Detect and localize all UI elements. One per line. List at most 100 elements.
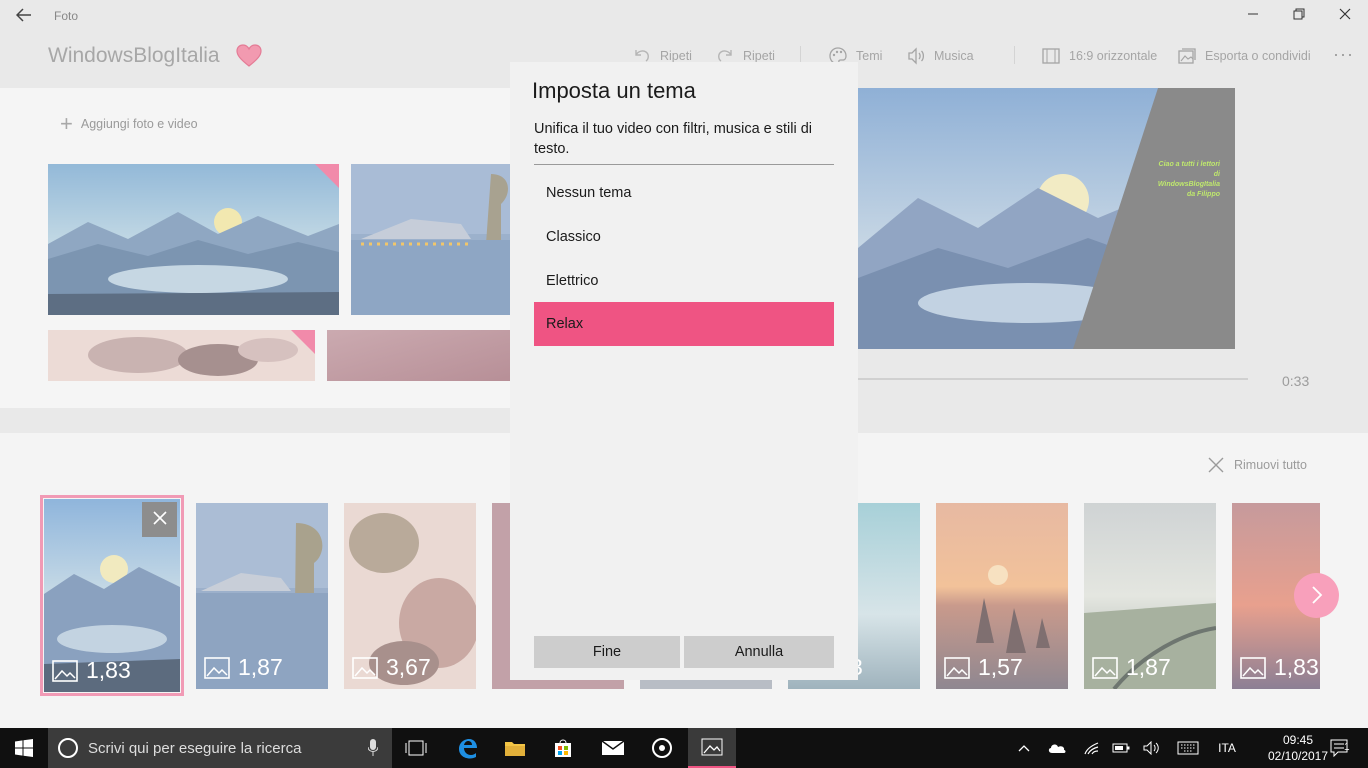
clip-duration-value: 1,83 [1274, 654, 1319, 680]
clip-duration-value: 1,83 [86, 657, 131, 683]
storyboard-clip[interactable]: 3,67 [344, 503, 476, 689]
more-options-button[interactable]: ··· [1333, 44, 1354, 65]
theme-option-elettrico[interactable]: Elettrico [534, 259, 834, 303]
edge-browser-button[interactable] [443, 728, 491, 768]
start-button[interactable] [0, 728, 48, 768]
cloud-icon [1048, 744, 1066, 753]
overlay-line: Ciao a tutti i lettori [1158, 161, 1220, 168]
image-icon [1092, 656, 1118, 679]
groove-music-button[interactable] [638, 728, 686, 768]
dog-ear-marker [291, 330, 315, 354]
undo-label: Ripeti [660, 49, 692, 63]
taskbar-search-box[interactable]: Scrivi qui per eseguire la ricerca [48, 728, 392, 768]
onedrive-button[interactable] [1044, 728, 1070, 768]
storyboard-clip[interactable]: 1,87 [1084, 503, 1216, 689]
image-icon [1240, 656, 1266, 679]
image-icon [352, 656, 378, 679]
storyboard-clip[interactable]: 1,57 [936, 503, 1068, 689]
dialog-description: Unifica il tuo video con filtri, musica … [534, 121, 813, 157]
minimize-button[interactable] [1230, 0, 1276, 32]
aspect-ratio-button[interactable]: 16:9 orizzontale [1041, 44, 1157, 68]
clock-time: 09:45 [1282, 733, 1314, 747]
library-thumbnail-sunset[interactable] [327, 330, 512, 381]
mail-button[interactable] [589, 728, 637, 768]
video-preview[interactable]: Ciao a tutti i lettori di WindowsBlogIta… [858, 88, 1235, 349]
windows-logo-icon [15, 739, 33, 757]
photos-icon [701, 738, 723, 756]
cortana-icon [58, 738, 78, 758]
music-button[interactable]: Musica [906, 44, 974, 68]
search-placeholder: Scrivi qui per eseguire la ricerca [88, 739, 302, 757]
taskbar-clock[interactable]: 09:45 02/10/2017 [1266, 732, 1330, 764]
divider [534, 164, 834, 165]
app-title: Foto [54, 9, 79, 23]
input-language-indicator[interactable]: ITA [1212, 728, 1242, 768]
close-icon [1339, 8, 1351, 20]
add-media-button[interactable]: + Aggiungi foto e video [60, 113, 198, 135]
task-view-button[interactable] [392, 728, 440, 768]
chevron-up-icon [1018, 745, 1030, 752]
aspect-ratio-label: 16:9 orizzontale [1069, 49, 1158, 63]
theme-option-nessun-tema[interactable]: Nessun tema [534, 171, 834, 215]
overlay-line: di [1213, 171, 1220, 178]
speaker-icon [1143, 741, 1159, 755]
notification-count: 1 [1344, 742, 1350, 753]
file-explorer-button[interactable] [491, 728, 539, 768]
remove-clip-button[interactable] [142, 502, 177, 537]
toolbar-divider [1014, 46, 1015, 64]
theme-option-relax[interactable]: Relax [534, 302, 834, 346]
show-hidden-icons-button[interactable] [1014, 728, 1034, 768]
scroll-right-button[interactable] [1294, 573, 1339, 618]
remove-all-button[interactable]: Rimuovi tutto [1208, 457, 1307, 473]
clip-duration: 1,87 [204, 654, 283, 681]
library-thumbnail-harbor[interactable] [351, 164, 512, 315]
close-button[interactable] [1322, 0, 1368, 32]
restore-icon [1293, 8, 1305, 20]
project-title[interactable]: WindowsBlogItalia [48, 44, 220, 68]
maximize-button[interactable] [1276, 0, 1322, 32]
clip-duration: 1,83 [1240, 654, 1319, 681]
mountains-image [48, 164, 339, 315]
clip-duration-value: 1,87 [1126, 654, 1171, 680]
music-label: Musica [934, 49, 974, 63]
storyboard-clip[interactable]: 1,87 [196, 503, 328, 689]
back-button[interactable] [10, 5, 38, 27]
preview-frame [858, 88, 1235, 349]
folder-icon [505, 742, 525, 756]
store-icon [555, 739, 571, 757]
library-thumbnail-galaxy[interactable] [48, 330, 315, 381]
export-button[interactable]: Esporta o condividi [1177, 44, 1311, 68]
overlay-line: da Filippo [1186, 191, 1220, 198]
theme-option-classico[interactable]: Classico [534, 215, 834, 259]
library-thumbnail-mountains[interactable] [48, 164, 339, 315]
export-label: Esporta o condividi [1205, 49, 1311, 63]
clip-duration-value: 1,87 [238, 654, 283, 680]
export-icon [1178, 48, 1196, 64]
battery-button[interactable] [1110, 728, 1132, 768]
harbor-image [351, 164, 512, 315]
taskbar: Scrivi qui per eseguire la ricerca ITA 0… [0, 728, 1368, 768]
seek-bar[interactable] [858, 378, 1248, 380]
keyboard-icon [1177, 741, 1199, 755]
title-bar: Foto [0, 0, 1368, 32]
themes-label: Temi [856, 49, 883, 63]
microphone-icon[interactable] [368, 739, 378, 757]
network-button[interactable] [1080, 728, 1102, 768]
photos-app-button[interactable] [688, 728, 736, 768]
cancel-button[interactable]: Annulla [684, 636, 834, 668]
touch-keyboard-button[interactable] [1174, 728, 1202, 768]
wifi-icon [1084, 742, 1099, 755]
store-button[interactable] [539, 728, 587, 768]
groove-icon [652, 738, 672, 758]
done-button[interactable]: Fine [534, 636, 680, 668]
image-icon [944, 656, 970, 679]
action-center-button[interactable]: 1 [1322, 728, 1358, 768]
add-media-label: Aggiungi foto e video [80, 117, 198, 131]
close-icon [152, 511, 167, 525]
minimize-icon [1248, 13, 1258, 15]
volume-button[interactable] [1140, 728, 1164, 768]
dog-ear-marker [315, 164, 339, 188]
storyboard-clip[interactable]: 1,83 [40, 495, 184, 696]
image-icon [52, 659, 78, 682]
clip-duration: 1,83 [52, 657, 131, 684]
